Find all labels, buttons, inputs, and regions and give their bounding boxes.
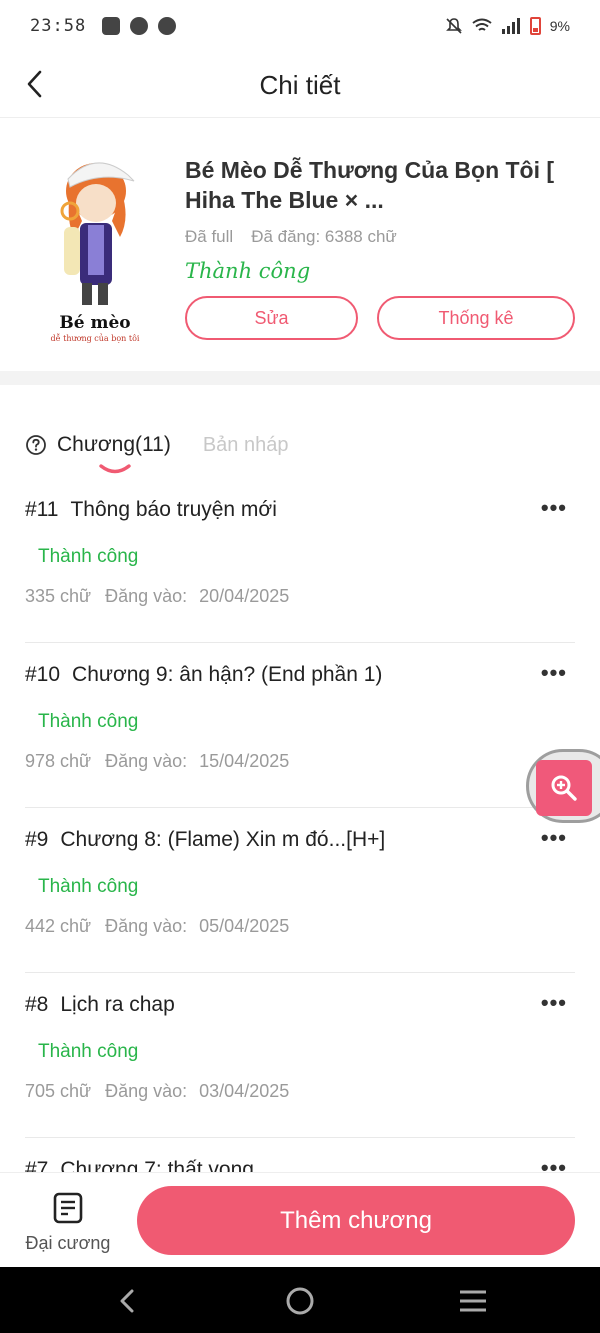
status-time: 23:58 bbox=[30, 16, 87, 36]
chapter-name: Lịch ra chap bbox=[60, 993, 175, 1016]
posted-label: Đăng vào: bbox=[105, 751, 188, 771]
chapter-status: Thành công bbox=[38, 876, 139, 897]
battery-percent: 9% bbox=[549, 18, 570, 34]
tab-chapters[interactable]: Chương(11) bbox=[25, 433, 171, 474]
page-title: Chi tiết bbox=[259, 70, 341, 100]
system-icons: 9% bbox=[445, 17, 570, 35]
chapter-word-count: 442 chữ bbox=[25, 916, 92, 936]
chapter-tabs: Chương(11) Bản nháp bbox=[25, 420, 289, 474]
back-icon bbox=[120, 1289, 134, 1313]
edit-button[interactable]: Sửa bbox=[185, 296, 358, 340]
chapter-number: #7 bbox=[25, 1158, 49, 1172]
posted-date: 03/04/2025 bbox=[199, 1081, 290, 1101]
system-back-button[interactable] bbox=[108, 1281, 148, 1321]
chapter-meta: 978 chữ Đăng vào: 15/04/2025 bbox=[25, 751, 289, 772]
tab-chapters-label: Chương(11) bbox=[57, 433, 171, 456]
top-app-bar: Chi tiết bbox=[0, 52, 600, 118]
chapter-number: #8 bbox=[25, 993, 49, 1016]
book-cover[interactable]: Bé mèo dễ thương của bọn tôi bbox=[30, 141, 160, 343]
posted-label: Đăng vào: bbox=[105, 1081, 188, 1101]
system-home-button[interactable] bbox=[280, 1281, 320, 1321]
chapter-word-count: 335 chữ bbox=[25, 586, 92, 606]
chapter-title: #11 Thông báo truyện mới bbox=[25, 498, 277, 522]
add-chapter-button[interactable]: Thêm chương bbox=[137, 1186, 575, 1255]
help-circle-icon[interactable] bbox=[25, 434, 47, 456]
section-divider bbox=[0, 371, 600, 385]
book-meta: Đã full Đã đăng: 6388 chữ bbox=[185, 227, 397, 247]
floating-zoom-button[interactable] bbox=[526, 749, 600, 823]
posted-label: Đăng vào: bbox=[105, 916, 188, 936]
app-notification-icon bbox=[130, 17, 149, 35]
chapter-number: #9 bbox=[25, 828, 49, 851]
shopee-icon bbox=[102, 17, 121, 35]
chapter-title: #7 Chương 7: thất vọng bbox=[25, 1158, 254, 1172]
battery-icon bbox=[529, 17, 541, 35]
chapter-status: Thành công bbox=[38, 1041, 139, 1062]
home-circle-icon bbox=[286, 1287, 314, 1315]
chapter-name: Chương 9: ân hận? (End phần 1) bbox=[72, 663, 383, 686]
system-recents-button[interactable] bbox=[453, 1281, 493, 1321]
chapter-name: Chương 7: thất vọng bbox=[60, 1158, 254, 1172]
tab-drafts[interactable]: Bản nháp bbox=[203, 434, 289, 457]
chapter-number: #10 bbox=[25, 663, 61, 686]
chapter-list: #11 Thông báo truyện mới ••• Thành công 3… bbox=[25, 478, 575, 1172]
chapter-word-count: 705 chữ bbox=[25, 1081, 92, 1101]
chapter-title: #10 Chương 9: ân hận? (End phần 1) bbox=[25, 663, 382, 687]
chapter-meta: 705 chữ Đăng vào: 03/04/2025 bbox=[25, 1081, 289, 1102]
book-title: Bé Mèo Dễ Thương Của Bọn Tôi [ Hiha The … bbox=[185, 157, 555, 213]
system-navigation-bar bbox=[0, 1267, 600, 1333]
cover-subtitle: dễ thương của bọn tôi bbox=[50, 334, 140, 343]
posted-date: 05/04/2025 bbox=[199, 916, 290, 936]
outline-label: Đại cương bbox=[25, 1233, 111, 1253]
chapter-number: #11 bbox=[25, 498, 59, 521]
wifi-icon bbox=[472, 18, 492, 31]
cover-artwork bbox=[60, 162, 135, 305]
chapter-title: #8 Lịch ra chap bbox=[25, 993, 175, 1017]
active-tab-indicator bbox=[99, 464, 131, 474]
posted-date: 20/04/2025 bbox=[199, 586, 290, 606]
posted-date: 15/04/2025 bbox=[199, 751, 290, 771]
cover-title: Bé mèo bbox=[59, 313, 131, 333]
chapter-meta: 335 chữ Đăng vào: 20/04/2025 bbox=[25, 586, 289, 607]
mute-bell-icon bbox=[445, 18, 462, 34]
notification-icons bbox=[102, 17, 177, 35]
chapter-item[interactable]: #7 Chương 7: thất vọng ••• bbox=[25, 1138, 575, 1173]
bottom-action-bar: Đại cương Thêm chương bbox=[0, 1172, 600, 1267]
chapter-meta: 442 chữ Đăng vào: 05/04/2025 bbox=[25, 916, 289, 937]
more-options-icon[interactable]: ••• bbox=[541, 992, 567, 1014]
chapter-status: Thành công bbox=[38, 546, 139, 567]
zoom-in-icon bbox=[536, 760, 592, 816]
outline-button[interactable]: Đại cương bbox=[20, 1187, 116, 1257]
more-options-icon[interactable]: ••• bbox=[541, 497, 567, 519]
statistics-button[interactable]: Thống kê bbox=[377, 296, 575, 340]
chapter-item[interactable]: #11 Thông báo truyện mới ••• Thành công 3… bbox=[25, 478, 575, 643]
compass-icon bbox=[158, 17, 177, 35]
posted-label: Đăng vào: bbox=[105, 586, 188, 606]
publish-status: Thành công bbox=[185, 259, 311, 283]
status-bar: 23:58 9% bbox=[0, 0, 600, 52]
chapter-title: #9 Chương 8: (Flame) Xin m đó...[H+] bbox=[25, 828, 385, 852]
chapter-name: Chương 8: (Flame) Xin m đó...[H+] bbox=[60, 828, 386, 851]
chapter-item[interactable]: #9 Chương 8: (Flame) Xin m đó...[H+] ••• … bbox=[25, 808, 575, 973]
signal-icon bbox=[501, 18, 520, 34]
more-options-icon[interactable]: ••• bbox=[541, 662, 567, 684]
more-options-icon[interactable]: ••• bbox=[541, 1157, 567, 1173]
word-count: Đã đăng: 6388 chữ bbox=[251, 227, 397, 246]
chapter-word-count: 978 chữ bbox=[25, 751, 92, 771]
chapter-status: Thành công bbox=[38, 711, 139, 732]
chapter-item[interactable]: #8 Lịch ra chap ••• Thành công 705 chữ Đăn… bbox=[25, 973, 575, 1138]
more-options-icon[interactable]: ••• bbox=[541, 827, 567, 849]
menu-lines-icon bbox=[460, 1290, 486, 1312]
chapter-item[interactable]: #10 Chương 9: ân hận? (End phần 1) ••• Th… bbox=[25, 643, 575, 808]
chapter-name: Thông báo truyện mới bbox=[70, 498, 277, 521]
completion-status: Đã full bbox=[185, 227, 234, 246]
book-info-card: Bé mèo dễ thương của bọn tôi Bé Mèo Dễ T… bbox=[0, 119, 600, 371]
notes-icon bbox=[53, 1192, 83, 1224]
